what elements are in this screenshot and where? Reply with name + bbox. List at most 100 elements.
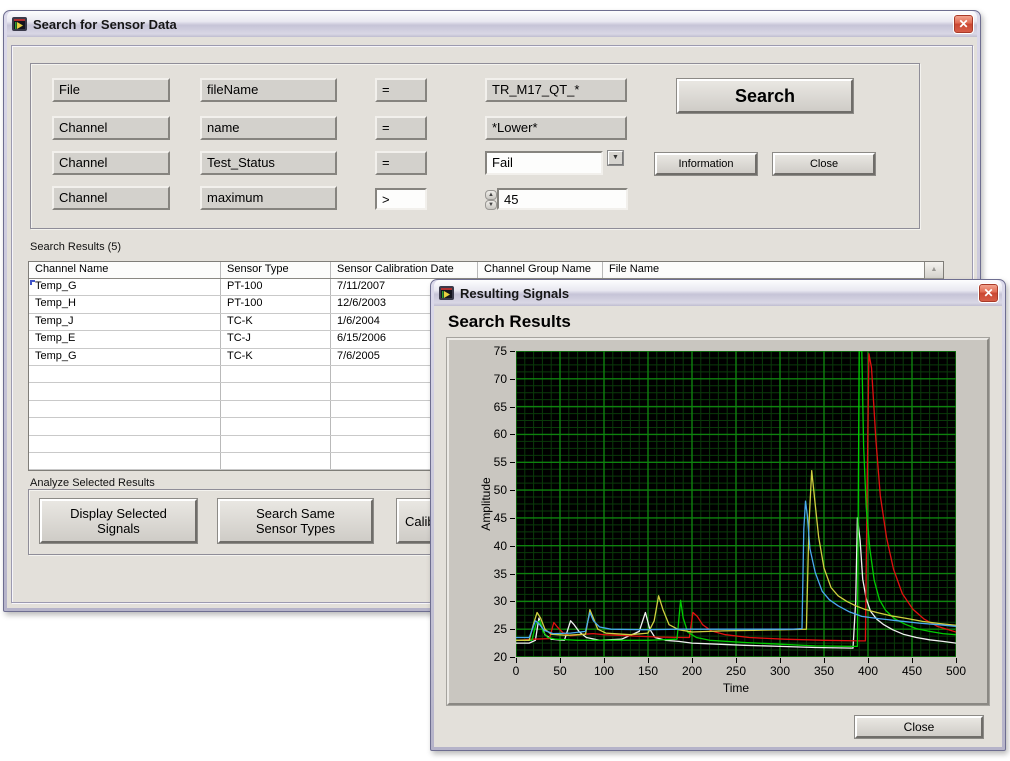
maximum-value-field[interactable]: 45 <box>497 188 628 210</box>
table-cell[interactable]: Temp_H <box>29 296 221 313</box>
query-operator-field-2[interactable]: = <box>375 116 427 140</box>
table-cell[interactable] <box>29 418 221 435</box>
table-cell[interactable]: TC-K <box>221 348 331 365</box>
maximum-spinner[interactable]: ▲ ▼ <box>485 190 497 210</box>
x-tick-label: 50 <box>553 664 567 678</box>
y-tick-label: 75 <box>493 344 507 358</box>
close-button[interactable]: Close <box>772 152 876 176</box>
query-target-field-1[interactable]: File <box>52 78 170 102</box>
signals-window-content: Search Results Time Amplitude 0 50 100 150 2… <box>434 306 1002 747</box>
y-tick-mark <box>510 378 515 380</box>
table-cell[interactable]: Temp_J <box>29 313 221 331</box>
y-tick-label: 25 <box>493 622 507 637</box>
table-cell[interactable] <box>221 383 331 400</box>
x-tick-mark <box>648 658 649 663</box>
table-cell[interactable] <box>221 365 331 383</box>
x-tick-label: 150 <box>637 664 659 678</box>
table-cell[interactable]: Temp_G <box>29 348 221 365</box>
table-cell[interactable] <box>221 435 331 452</box>
y-tick-mark <box>510 601 515 603</box>
display-selected-signals-button[interactable]: Display Selected Signals <box>39 498 198 544</box>
window-title: Resulting Signals <box>460 285 570 301</box>
search-button[interactable]: Search <box>676 78 854 114</box>
table-cell[interactable] <box>29 400 221 418</box>
information-button[interactable]: Information <box>654 152 758 176</box>
x-tick-label: 0 <box>512 664 520 678</box>
y-tick-label: 65 <box>493 399 507 414</box>
titlebar-search-window[interactable]: Search for Sensor Data ✕ <box>7 11 977 37</box>
analyze-selected-results-label: Analyze Selected Results <box>30 477 155 489</box>
table-cell[interactable] <box>29 365 221 383</box>
spin-up-icon[interactable]: ▲ <box>485 190 497 200</box>
window-title: Search for Sensor Data <box>33 16 177 32</box>
table-cell[interactable]: PT-100 <box>221 279 331 296</box>
y-tick-mark <box>510 434 515 436</box>
x-tick-label: 450 <box>901 664 923 678</box>
y-tick-mark <box>510 351 515 352</box>
y-tick-mark <box>510 406 515 408</box>
table-cell[interactable]: Temp_G <box>29 279 221 296</box>
table-cell[interactable]: PT-100 <box>221 296 331 313</box>
y-tick-label: 45 <box>493 510 507 525</box>
x-tick-label: 400 <box>857 664 879 678</box>
table-cell[interactable] <box>29 452 221 470</box>
y-axis-label: Amplitude <box>479 477 493 531</box>
signal-chart-plot <box>515 350 957 658</box>
query-property-field-1[interactable]: fileName <box>200 78 337 102</box>
y-tick-mark <box>510 545 515 547</box>
y-tick-mark <box>510 629 515 631</box>
table-header-cell: File Name <box>603 262 926 278</box>
table-cell[interactable] <box>221 400 331 418</box>
query-operator-field-3[interactable]: = <box>375 151 427 175</box>
x-tick-mark <box>912 658 913 663</box>
close-icon[interactable]: ✕ <box>953 14 974 34</box>
search-results-label: Search Results (5) <box>30 241 122 253</box>
y-tick-label: 55 <box>493 455 507 470</box>
query-operator-field-1[interactable]: = <box>375 78 427 102</box>
search-same-sensor-types-button[interactable]: Search Same Sensor Types <box>217 498 374 544</box>
x-tick-label: 250 <box>725 664 747 678</box>
query-value-field-2[interactable]: *Lower* <box>485 116 627 140</box>
test-status-dropdown[interactable]: Fail <box>485 151 603 175</box>
y-tick-label: 50 <box>493 483 507 498</box>
y-tick-mark <box>510 657 515 658</box>
query-property-field-3[interactable]: Test_Status <box>200 151 337 175</box>
table-cell[interactable]: TC-K <box>221 313 331 331</box>
scroll-up-icon[interactable]: ▲ <box>925 262 943 279</box>
chart-svg <box>515 350 957 658</box>
signals-close-button[interactable]: Close <box>854 715 984 739</box>
table-cell[interactable] <box>29 383 221 400</box>
table-cell[interactable]: TC-J <box>221 331 331 348</box>
x-tick-label: 100 <box>593 664 615 678</box>
labview-icon <box>439 285 455 301</box>
table-header-cell: Channel Name <box>29 262 221 278</box>
dropdown-icon[interactable]: ▼ <box>607 150 624 166</box>
y-tick-label: 40 <box>493 538 507 553</box>
query-property-field-4[interactable]: maximum <box>200 186 337 210</box>
titlebar-signals-window[interactable]: Resulting Signals ✕ <box>434 280 1002 306</box>
y-tick-mark <box>510 462 515 464</box>
table-header-cell: Channel Group Name <box>478 262 603 278</box>
query-target-field-2[interactable]: Channel <box>52 116 170 140</box>
x-tick-label: 500 <box>945 664 967 678</box>
table-header-cell: Sensor Type <box>221 262 331 278</box>
table-cell[interactable] <box>221 418 331 435</box>
labview-icon <box>12 16 28 32</box>
y-tick-label: 35 <box>493 566 507 581</box>
spin-down-icon[interactable]: ▼ <box>485 200 497 210</box>
query-operator-field-4[interactable]: > <box>375 188 427 210</box>
table-cell[interactable] <box>29 435 221 452</box>
query-value-field-1[interactable]: TR_M17_QT_* <box>485 78 627 102</box>
x-tick-label: 200 <box>681 664 703 678</box>
table-cell[interactable] <box>221 452 331 470</box>
x-tick-label: 350 <box>813 664 835 678</box>
close-icon[interactable]: ✕ <box>978 283 999 303</box>
query-target-field-4[interactable]: Channel <box>52 186 170 210</box>
y-tick-mark <box>510 517 515 519</box>
y-tick-mark <box>510 573 515 575</box>
x-tick-label: 300 <box>769 664 791 678</box>
x-tick-mark <box>692 658 693 663</box>
query-property-field-2[interactable]: name <box>200 116 337 140</box>
table-cell[interactable]: Temp_E <box>29 331 221 348</box>
query-target-field-3[interactable]: Channel <box>52 151 170 175</box>
